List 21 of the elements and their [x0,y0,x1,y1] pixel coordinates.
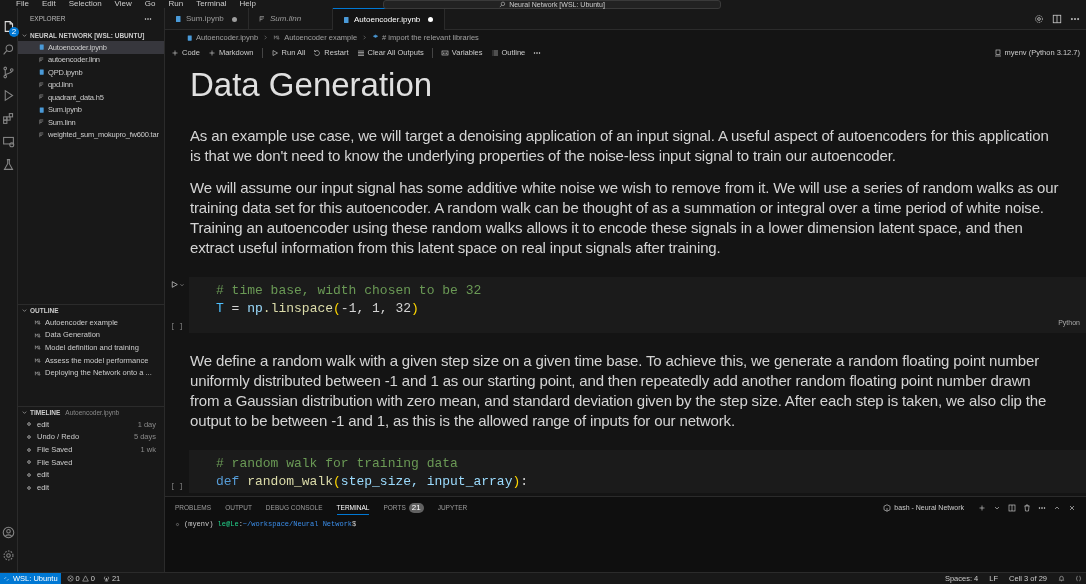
markdown-paragraph: We will assume our input signal has some additive white noise we wish to remove from it. We will use a series of random walks as our training data set for this autoencoder. A random walk can be thought of as a summation or integral over a time period of white noise. Training an autoencoder using these random walks allows it to encode these signals in a lower dimension latent space, and then extract useful information from this latent space on real input signals after training. [189,178,1060,258]
markdown-paragraph: As an example use case, we will target a denoising application of an input signal. A useful aspect of autoencoders for this application is that we don't need to know the underlying properties of the noise-less input signal to train our autoencoder. [189,126,1050,166]
menu-item[interactable]: Edit [41,0,56,8]
menu-item[interactable]: Terminal [196,0,227,8]
code-cell[interactable]: # random walk for training data def random_walk(step_size, input_array): [189,450,1086,493]
menu-item[interactable]: View [114,0,132,8]
menu-item[interactable]: Go [144,0,156,8]
code-line: T = np.linspace(-1, 1, 32) [216,300,420,318]
menu-item[interactable]: Selection [68,0,102,8]
markdown-paragraph: We define a random walk with a given step size on a given time base. To achieve this, we generate a random floating point number uniformly distributed between -1 and 1 as our starting point, and then repeatedly add another random floating point number drawn from a Gaussian distribution with zero mean, and standard deviation given by the step size. After each step is taken, we also clip the output to be between -1 and 1, as this is the allowed range of inputs for our network. [189,351,1048,431]
count-badge: 21 [408,503,424,513]
menu-item[interactable]: Help [239,0,256,8]
code-line: def random_walk(step_size, input_array): [216,473,530,491]
editor-tab[interactable]: Sum.ipynb [165,8,249,30]
menu-item[interactable]: Run [168,0,184,8]
code-line: # random walk for training data [216,455,459,473]
code-line: # time base, width chosen to be 32 [216,282,483,300]
editor-tab[interactable]: Autoencoder.ipynb [333,8,445,30]
notification-badge: 2 [9,27,19,37]
menu-item[interactable]: File [16,0,29,8]
notebook-heading: Data Generation [189,65,434,105]
